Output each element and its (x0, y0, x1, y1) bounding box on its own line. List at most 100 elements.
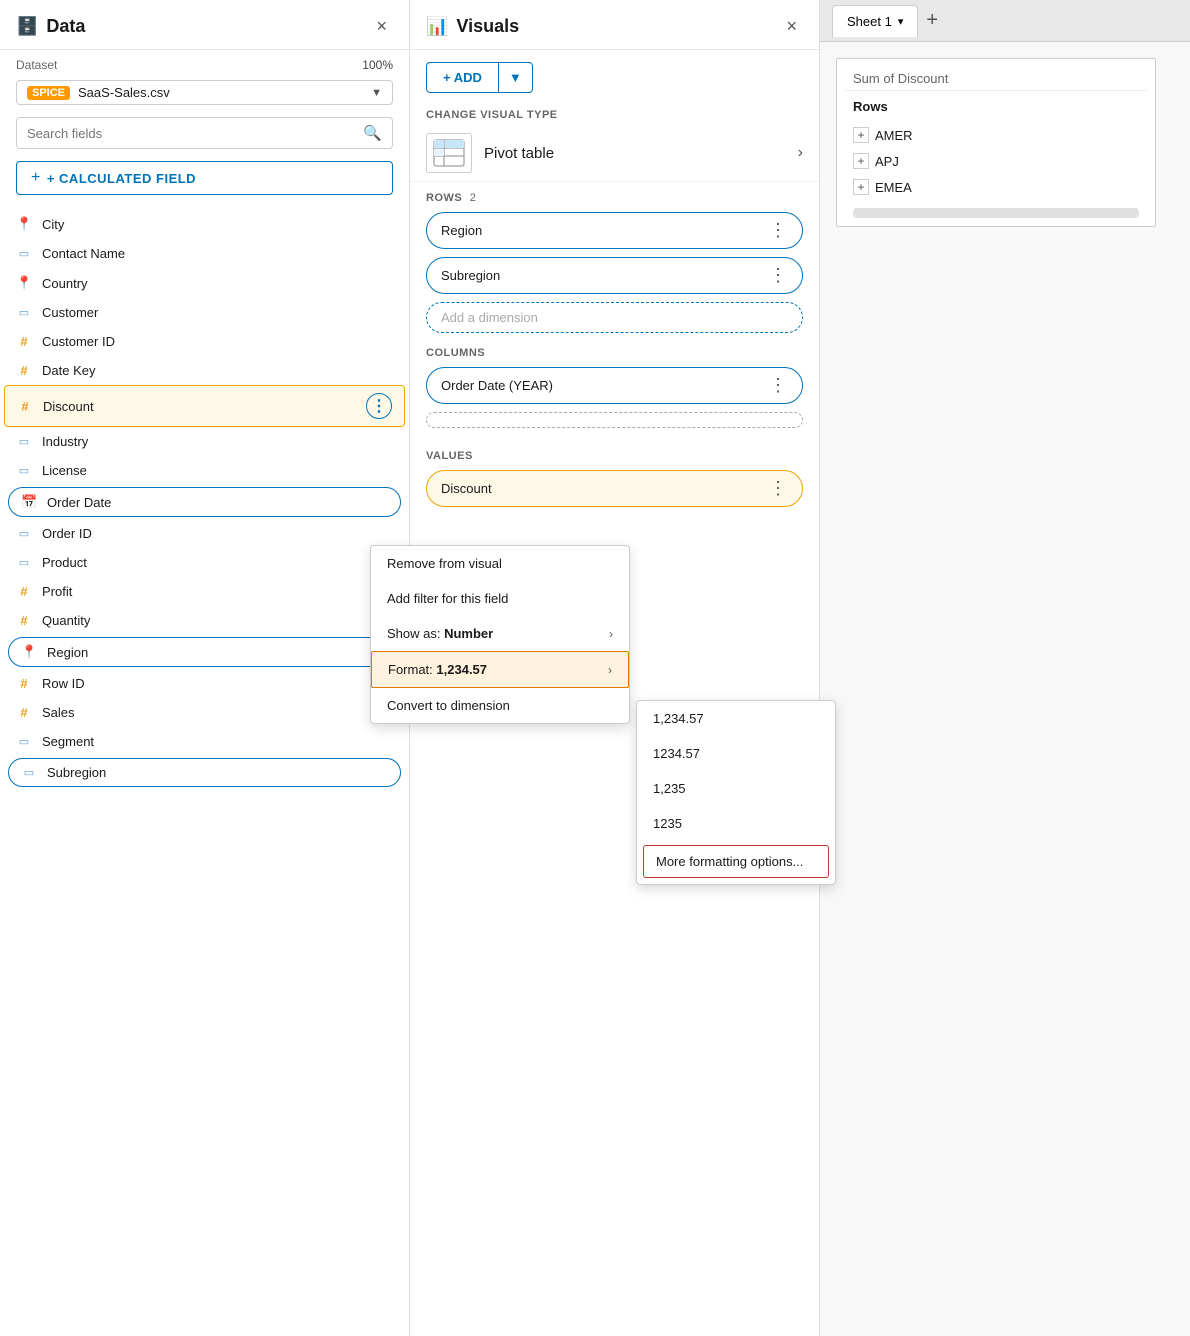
discount-values-pill-dots: ⋮ (769, 478, 788, 499)
field-item-contact-name[interactable]: ▭ Contact Name (0, 239, 409, 268)
add-button-main[interactable]: + ADD (426, 62, 498, 93)
order-date-column-pill[interactable]: Order Date (YEAR) ⋮ (426, 367, 803, 404)
amer-label: AMER (875, 128, 913, 143)
context-menu: Remove from visual Add filter for this f… (370, 545, 630, 724)
format-123457-label: 1234.57 (653, 746, 700, 761)
more-formatting-options-button[interactable]: More formatting options... (643, 845, 829, 878)
subregion-pill-name: Subregion (441, 268, 500, 283)
measure-icon-discount: # (17, 399, 33, 414)
discount-ellipsis-button[interactable]: ⋮ (366, 393, 392, 419)
order-date-pill-name: Order Date (YEAR) (441, 378, 553, 393)
context-menu-remove[interactable]: Remove from visual (371, 546, 629, 581)
data-panel-header: 🗄️ Data × (0, 0, 409, 50)
field-item-customer[interactable]: ▭ Customer (0, 298, 409, 327)
field-item-subregion[interactable]: ▭ Subregion (8, 758, 401, 787)
dataset-row: Dataset 100% (0, 50, 409, 80)
columns-section-label: COLUMNS (410, 337, 819, 363)
field-item-row-id[interactable]: # Row ID (0, 669, 409, 698)
field-item-segment[interactable]: ▭ Segment (0, 727, 409, 756)
dim-icon-industry: ▭ (16, 435, 32, 448)
field-name-date-key: Date Key (42, 363, 393, 378)
field-item-country[interactable]: 📍 Country (0, 268, 409, 298)
field-item-product[interactable]: ▭ Product (0, 548, 409, 577)
format-option-1235[interactable]: 1,235 (637, 771, 835, 806)
context-menu-format[interactable]: Format: 1,234.57 › (371, 651, 629, 688)
field-name-industry: Industry (42, 434, 393, 449)
discount-values-pill-name: Discount (441, 481, 492, 496)
convert-to-dimension-label: Convert to dimension (387, 698, 510, 713)
search-icon: 🔍 (363, 124, 382, 142)
expand-amer-icon[interactable]: + (853, 127, 869, 143)
calculated-field-button[interactable]: + + CALCULATED FIELD (16, 161, 393, 195)
discount-values-pill[interactable]: Discount ⋮ (426, 470, 803, 507)
geo-icon-country: 📍 (16, 275, 32, 291)
field-name-region: Region (47, 645, 388, 660)
format-option-1234-57[interactable]: 1,234.57 (637, 701, 835, 736)
dataset-label: Dataset (16, 58, 57, 72)
field-item-discount[interactable]: # Discount ⋮ (4, 385, 405, 427)
more-formatting-options-label: More formatting options... (656, 854, 803, 869)
field-name-quantity: Quantity (42, 613, 393, 628)
visual-type-row[interactable]: Pivot table › (410, 125, 819, 182)
field-item-quantity[interactable]: # Quantity (0, 606, 409, 635)
region-row-pill[interactable]: Region ⋮ (426, 212, 803, 249)
columns-label-text: COLUMNS (426, 347, 485, 359)
field-name-customer-id: Customer ID (42, 334, 393, 349)
field-item-order-id[interactable]: ▭ Order ID (0, 519, 409, 548)
expand-emea-icon[interactable]: + (853, 179, 869, 195)
dataset-selector[interactable]: SPICE SaaS-Sales.csv ▼ (16, 80, 393, 105)
add-button-dropdown[interactable]: ▼ (498, 62, 533, 93)
search-input[interactable] (27, 126, 357, 141)
add-column-pill[interactable] (426, 412, 803, 428)
field-item-date-key[interactable]: # Date Key (0, 356, 409, 385)
dim-icon-subregion: ▭ (21, 766, 37, 779)
visuals-title: 📊 Visuals (426, 16, 519, 37)
pivot-header: Sum of Discount (845, 67, 1147, 91)
region-pill-name: Region (441, 223, 482, 238)
format-option-1235-plain[interactable]: 1235 (637, 806, 835, 841)
pivot-row-amer: + AMER (845, 122, 1147, 148)
field-name-customer: Customer (42, 305, 393, 320)
context-menu-show-as[interactable]: Show as: Number › (371, 616, 629, 651)
add-sheet-button[interactable]: + (918, 5, 946, 36)
data-panel: 🗄️ Data × Dataset 100% SPICE SaaS-Sales.… (0, 0, 410, 1336)
context-menu-add-filter[interactable]: Add filter for this field (371, 581, 629, 616)
sheet-tab-1[interactable]: Sheet 1 ▾ (832, 5, 918, 37)
visuals-panel-close[interactable]: × (780, 14, 803, 39)
subregion-pill-dots: ⋮ (769, 265, 788, 286)
field-item-city[interactable]: 📍 City (0, 209, 409, 239)
field-name-profit: Profit (42, 584, 393, 599)
add-dimension-pill[interactable]: Add a dimension (426, 302, 803, 333)
dim-icon-contact-name: ▭ (16, 247, 32, 260)
field-item-order-date[interactable]: 📅 Order Date (8, 487, 401, 517)
format-1235-label: 1,235 (653, 781, 686, 796)
expand-apj-icon[interactable]: + (853, 153, 869, 169)
change-visual-type-label: CHANGE VISUAL TYPE (410, 101, 819, 125)
field-item-region[interactable]: 📍 Region (8, 637, 401, 667)
measure-icon-sales: # (16, 705, 32, 720)
field-name-segment: Segment (42, 734, 393, 749)
visuals-header: 📊 Visuals × (410, 0, 819, 50)
measure-icon-date-key: # (16, 363, 32, 378)
field-name-contact-name: Contact Name (42, 246, 393, 261)
format-option-123457[interactable]: 1234.57 (637, 736, 835, 771)
format-label: Format: 1,234.57 (388, 662, 487, 677)
rows-count: 2 (470, 192, 477, 204)
field-item-sales[interactable]: # Sales (0, 698, 409, 727)
field-item-profit[interactable]: # Profit (0, 577, 409, 606)
add-filter-label: Add filter for this field (387, 591, 508, 606)
field-item-customer-id[interactable]: # Customer ID (0, 327, 409, 356)
pivot-scrollbar[interactable] (853, 208, 1139, 218)
dim-icon-segment: ▭ (16, 735, 32, 748)
show-as-label: Show as: Number (387, 626, 493, 641)
field-item-license[interactable]: ▭ License (0, 456, 409, 485)
context-menu-convert[interactable]: Convert to dimension (371, 688, 629, 723)
dim-icon-customer: ▭ (16, 306, 32, 319)
database-icon: 🗄️ (16, 16, 38, 37)
pivot-table-icon (426, 133, 472, 173)
subregion-row-pill[interactable]: Subregion ⋮ (426, 257, 803, 294)
data-panel-close[interactable]: × (370, 14, 393, 39)
plus-icon: + (31, 169, 41, 187)
show-as-chevron: › (609, 627, 613, 641)
field-item-industry[interactable]: ▭ Industry (0, 427, 409, 456)
